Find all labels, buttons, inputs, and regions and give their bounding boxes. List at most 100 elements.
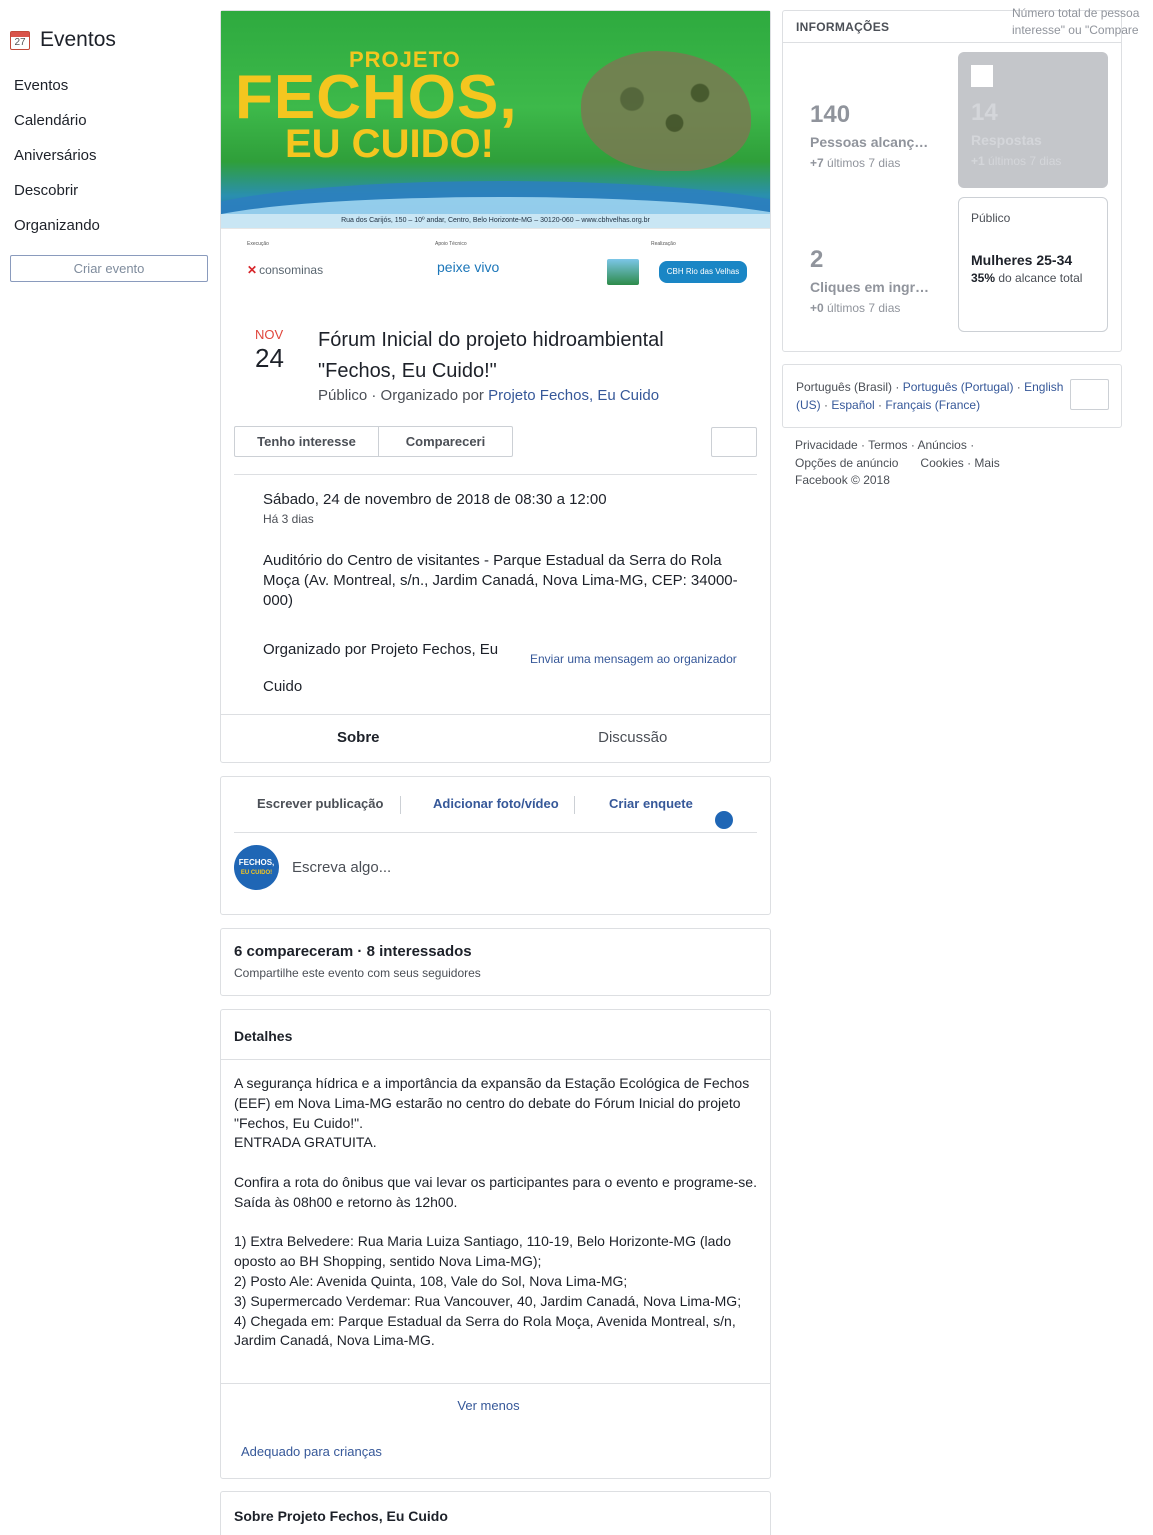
event-header-card: PROJETO FECHOS, EU CUIDO! Rua dos Carijó… [220, 10, 771, 763]
responses-label: Respostas [971, 132, 1042, 148]
route-item-2: 2) Posto Ale: Avenida Quinta, 108, Vale … [234, 1272, 628, 1289]
sidebar-item-descobrir[interactable]: Descobrir [10, 173, 208, 208]
language-link-pt-pt[interactable]: Português (Portugal) [903, 380, 1014, 394]
cover-sponsor-logos: Execução Apoio Técnico Realização ✕ conso… [221, 228, 770, 298]
calendar-icon: 27 [10, 30, 30, 50]
clicks-delta: +0 últimos 7 dias [810, 301, 901, 315]
clicks-label: Cliques em ingressos [810, 279, 934, 295]
divider [234, 474, 757, 475]
page-avatar-small[interactable] [715, 811, 733, 829]
consominas-logo: ✕ consominas [247, 263, 324, 277]
language-link-fr[interactable]: Français (France) [885, 398, 980, 412]
language-list: Português (Brasil) · Português (Portugal… [796, 380, 1064, 412]
language-card: Português (Brasil) · Português (Portugal… [782, 364, 1122, 428]
insights-tooltip: Número total de pessoa interesse" ou "Co… [1012, 6, 1140, 37]
see-less-link[interactable]: Ver menos [221, 1398, 756, 1413]
audience-label: Público [971, 211, 1011, 225]
add-photo-video-tab[interactable]: Adicionar foto/vídeo [433, 796, 559, 811]
create-event-button[interactable]: Criar evento [10, 255, 208, 282]
composer-tabs: Escrever publicação Adicionar foto/vídeo… [234, 785, 757, 833]
attendance-share-text: Compartilhe este evento com seus seguido… [234, 966, 481, 980]
details-free-entry: ENTRADA GRATUITA. [234, 1134, 377, 1151]
clicks-value: 2 [810, 246, 824, 273]
sidebar-item-eventos[interactable]: Eventos [10, 68, 208, 103]
reach-label: Pessoas alcançadas [810, 134, 934, 150]
logo-label-realizacao: Realização [651, 241, 676, 247]
write-post-tab[interactable]: Escrever publicação [257, 796, 383, 811]
interested-button[interactable]: Tenho interesse [234, 426, 379, 457]
left-sidebar: 27 Eventos Eventos Calendário Aniversári… [10, 24, 208, 282]
route-item-4: 4) Chegada em: Parque Estadual da Serra … [234, 1312, 736, 1349]
attendance-card: 6 compareceram · 8 interessados Comparti… [220, 928, 771, 996]
sidebar-nav: Eventos Calendário Aniversários Descobri… [10, 68, 208, 243]
kids-friendly-link[interactable]: Adequado para crianças [241, 1444, 382, 1459]
insights-heading: INFORMAÇÕES [796, 20, 890, 34]
logo-label-apoio: Apoio Técnico [435, 241, 467, 247]
cover-address-strip: Rua dos Carijós, 150 – 10º andar, Centro… [221, 214, 770, 228]
event-organized-by: Organizado por Projeto Fechos, Eu [263, 641, 499, 658]
details-paragraph-1: A segurança hídrica e a importância da e… [234, 1075, 750, 1131]
route-item-1: 1) Extra Belvedere: Rua Maria Luiza Sant… [234, 1233, 731, 1270]
divider [221, 1383, 770, 1384]
event-date-day: 24 [255, 343, 284, 373]
language-link-es[interactable]: Español [831, 398, 874, 412]
event-relative-time: Há 3 dias [263, 512, 314, 526]
wildcat-illustration [581, 51, 751, 171]
tab-separator [400, 796, 401, 814]
responses-stat-box[interactable]: 14 Respostas +1 últimos 7 dias [958, 52, 1108, 188]
event-location[interactable]: Auditório do Centro de visitantes - Parq… [263, 551, 758, 611]
audience-stat-box[interactable]: Público Mulheres 25-34 35% do alcance to… [958, 197, 1108, 332]
divider [221, 1059, 770, 1060]
attendance-summary[interactable]: 6 compareceram · 8 interessados [234, 943, 472, 960]
details-heading: Detalhes [234, 1028, 293, 1044]
create-poll-tab[interactable]: Criar enquete [609, 796, 693, 811]
details-body: A segurança hídrica e a importância da e… [234, 1074, 760, 1351]
route-item-3: 3) Supermercado Verdemar: Rua Vancouver,… [234, 1292, 742, 1309]
event-tabs: Sobre Discussão [221, 714, 770, 760]
cover-banner: PROJETO FECHOS, EU CUIDO! [221, 11, 770, 261]
checkbox-icon [971, 65, 993, 87]
event-privacy: Público · Organizado por [318, 387, 484, 404]
attended-button[interactable]: Compareceri [379, 426, 513, 457]
write-something-input[interactable]: Escreva algo... [292, 859, 391, 876]
details-paragraph-2: Confira a rota do ônibus que vai levar o… [234, 1173, 757, 1210]
cover-title-line2: FECHOS, [235, 63, 518, 132]
sidebar-item-aniversarios[interactable]: Aniversários [10, 138, 208, 173]
tab-separator [574, 796, 575, 814]
cover-title-line3: EU CUIDO! [285, 122, 494, 166]
organizer-link[interactable]: Projeto Fechos, Eu Cuido [488, 387, 659, 404]
government-logo [607, 259, 639, 285]
page-footer: Privacidade · Termos · Anúncios · Opções… [795, 437, 1055, 490]
event-privacy-organizer: Público · Organizado por Projeto Fechos,… [318, 387, 659, 404]
event-title: Fórum Inicial do projeto hidroambiental … [318, 329, 664, 382]
event-date-month: NOV [255, 327, 284, 342]
footer-links-2[interactable]: Opções de anúncio Cookies · Mais [795, 455, 1055, 473]
responses-value: 14 [971, 99, 998, 126]
about-page-card: Sobre Projeto Fechos, Eu Cuido [220, 1491, 771, 1535]
page-avatar: FECHOS, EU CUIDO! [234, 845, 279, 890]
logo-label-execucao: Execução [247, 241, 269, 247]
cbh-rio-das-velhas-logo: CBH Rio das Velhas [659, 261, 747, 283]
footer-copyright: Facebook © 2018 [795, 473, 890, 487]
events-title[interactable]: Eventos [40, 28, 116, 52]
tab-sobre[interactable]: Sobre [221, 715, 496, 760]
post-composer-card: Escrever publicação Adicionar foto/vídeo… [220, 776, 771, 915]
more-options-button[interactable] [711, 427, 757, 457]
audience-value: Mulheres 25-34 [971, 252, 1073, 268]
event-datetime: Sábado, 24 de novembro de 2018 de 08:30 … [263, 491, 607, 508]
reach-value: 140 [810, 101, 851, 128]
rsvp-buttons: Tenho interesse Compareceri [234, 426, 513, 457]
audience-percent: 35% do alcance total [971, 271, 1083, 285]
tab-discussao[interactable]: Discussão [496, 715, 771, 760]
message-organizer-link[interactable]: Enviar uma mensagem ao organizador [530, 652, 737, 666]
event-organized-by-cont: Cuido [263, 678, 303, 695]
responses-delta: +1 últimos 7 dias [971, 154, 1062, 168]
current-language: Português (Brasil) [796, 380, 893, 394]
peixe-vivo-logo: peixe vivo [437, 259, 500, 275]
sidebar-item-calendario[interactable]: Calendário [10, 103, 208, 138]
sidebar-item-organizando[interactable]: Organizando [10, 208, 208, 243]
footer-links-1[interactable]: Privacidade · Termos · Anúncios · [795, 437, 1055, 455]
more-languages-button[interactable] [1070, 379, 1109, 410]
event-cover-photo[interactable]: PROJETO FECHOS, EU CUIDO! Rua dos Carijó… [221, 11, 770, 298]
events-header[interactable]: 27 Eventos [10, 24, 208, 56]
